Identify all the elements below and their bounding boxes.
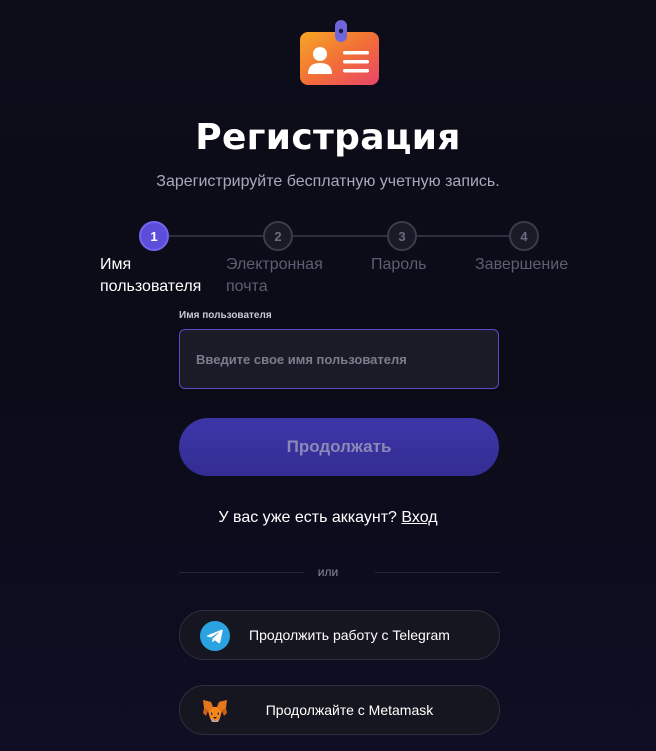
id-card-logo-icon xyxy=(299,18,380,86)
telegram-login-button[interactable]: Продолжить работу с Telegram xyxy=(179,610,500,660)
step-3-indicator: 3 xyxy=(387,221,417,251)
metamask-login-button[interactable]: Продолжайте с Metamask xyxy=(179,685,500,735)
divider-text: или xyxy=(317,565,339,579)
step-2-indicator: 2 xyxy=(263,221,293,251)
username-field-label: Имя пользователя xyxy=(179,310,272,321)
stepper-connector xyxy=(417,235,509,237)
login-prompt-text: У вас уже есть аккаунт? xyxy=(218,509,397,526)
stepper-connector xyxy=(293,235,387,237)
step-3-label: Пароль xyxy=(371,256,427,273)
page-subtitle: Зарегистрируйте бесплатную учетную запис… xyxy=(156,173,500,190)
page-title: Регистрация xyxy=(195,117,461,158)
step-4-indicator: 4 xyxy=(509,221,539,251)
continue-button[interactable]: Продолжать xyxy=(179,418,499,476)
step-2-label: Электронная почта xyxy=(226,256,323,295)
login-prompt: У вас уже есть аккаунт? Вход xyxy=(0,509,656,527)
username-input[interactable] xyxy=(179,329,499,389)
telegram-button-label: Продолжить работу с Telegram xyxy=(249,627,450,643)
login-link[interactable]: Вход xyxy=(401,509,437,526)
metamask-button-label: Продолжайте с Metamask xyxy=(265,702,434,718)
step-1-label: Имя пользователя xyxy=(100,256,202,295)
step-4-label: Завершение xyxy=(475,256,569,273)
stepper-connector xyxy=(169,235,263,237)
step-1-indicator: 1 xyxy=(139,221,169,251)
